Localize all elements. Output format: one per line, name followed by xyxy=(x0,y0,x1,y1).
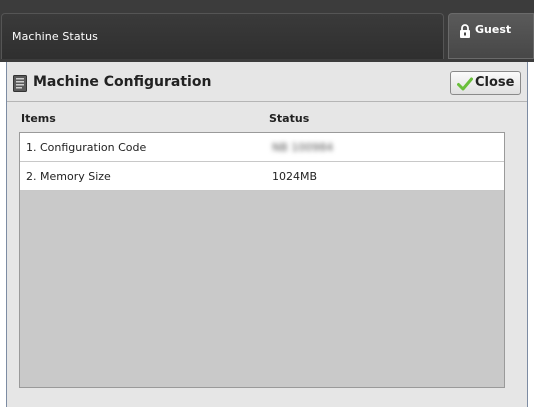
status-cell: 1024MB xyxy=(272,170,318,183)
guest-login-button[interactable]: Guest xyxy=(448,13,534,59)
configuration-table: 1. Configuration Code NB 100984 2. Memor… xyxy=(19,132,505,388)
padlock-user-icon xyxy=(460,24,470,38)
machine-status-label: Machine Status xyxy=(12,30,98,43)
checkmark-icon xyxy=(457,77,473,91)
configuration-panel: Machine Configuration Close Items Status… xyxy=(6,62,528,407)
status-cell: NB 100984 xyxy=(272,141,334,154)
status-column-header: Status xyxy=(269,112,310,125)
header-divider xyxy=(7,101,527,102)
document-icon xyxy=(13,75,27,92)
table-header: Items Status xyxy=(19,112,507,132)
item-cell: 2. Memory Size xyxy=(26,170,111,183)
panel-header: Machine Configuration Close xyxy=(7,67,527,97)
items-column-header: Items xyxy=(21,112,56,125)
top-bar: Machine Status Guest xyxy=(0,0,534,62)
table-row[interactable]: 2. Memory Size 1024MB xyxy=(20,162,504,191)
machine-status-tab[interactable]: Machine Status xyxy=(1,13,444,59)
machine-configuration-screen: Machine Status Guest Machine Configurati… xyxy=(0,0,534,407)
close-label: Close xyxy=(475,75,515,90)
item-cell: 1. Configuration Code xyxy=(26,141,147,154)
guest-label: Guest xyxy=(475,23,512,36)
table-row[interactable]: 1. Configuration Code NB 100984 xyxy=(20,133,504,162)
page-title: Machine Configuration xyxy=(33,74,212,90)
close-button[interactable]: Close xyxy=(450,71,521,95)
